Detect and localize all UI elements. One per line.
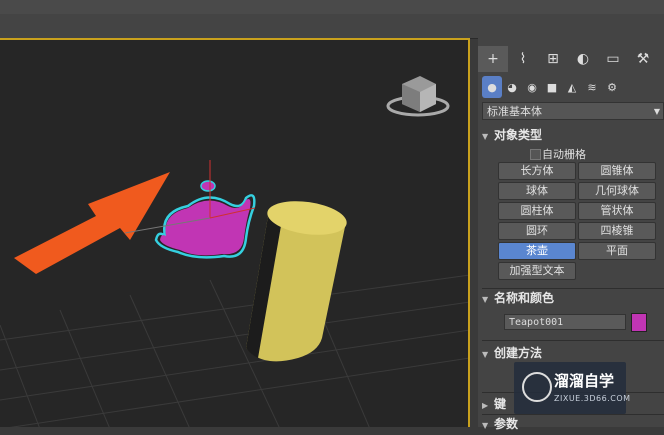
divider <box>482 340 664 341</box>
watermark-url: ZIXUE.3D66.COM <box>554 394 631 403</box>
helper-icon[interactable]: ◭ <box>562 76 582 98</box>
object-type-rollout-header[interactable]: ▼ 对象类型 <box>482 126 662 144</box>
expand-triangle-icon: ▶ <box>482 401 489 410</box>
creation-method-title: 创建方法 <box>494 346 543 360</box>
object-type-button[interactable]: 长方体 <box>498 162 576 180</box>
collapse-triangle-icon: ▼ <box>482 295 489 304</box>
viewcube-icon[interactable] <box>386 76 450 117</box>
object-name-field[interactable]: Teapot001 <box>504 314 626 330</box>
object-type-button[interactable]: 四棱锥 <box>578 222 656 240</box>
cylinder-object[interactable] <box>246 197 349 362</box>
parameters-title: 参数 <box>494 417 519 431</box>
motion-tab-icon[interactable]: ◐ <box>568 46 598 72</box>
display-tab-icon[interactable]: ▭ <box>598 46 628 72</box>
geometry-icon[interactable]: ● <box>482 76 502 98</box>
parameters-rollout-header[interactable]: ▼ 参数 <box>482 415 662 433</box>
create-subtabs: ● ◕ ◉ ■ ◭ ≋ ⚙ <box>482 76 664 98</box>
dropdown-value: 标准基本体 <box>487 105 542 118</box>
camera-icon[interactable]: ■ <box>542 76 562 98</box>
perspective-viewport[interactable] <box>0 38 470 427</box>
name-color-title: 名称和颜色 <box>494 291 555 305</box>
annotation-arrow <box>14 172 170 274</box>
autogrid-label: 自动栅格 <box>542 148 586 161</box>
creation-method-rollout-header[interactable]: ▼ 创建方法 <box>482 344 662 362</box>
object-type-button[interactable]: 茶壶 <box>498 242 576 260</box>
object-color-swatch[interactable] <box>631 313 647 332</box>
object-type-button[interactable]: 球体 <box>498 182 576 200</box>
object-type-button[interactable]: 圆柱体 <box>498 202 576 220</box>
object-type-button[interactable]: 圆环 <box>498 222 576 240</box>
utilities-wrench-icon[interactable]: ⚒ <box>628 46 658 72</box>
object-type-button[interactable]: 几何球体 <box>578 182 656 200</box>
name-color-rollout-header[interactable]: ▼ 名称和颜色 <box>482 289 662 307</box>
ground-grid <box>0 264 468 427</box>
light-icon[interactable]: ◉ <box>522 76 542 98</box>
create-tab-plus-icon[interactable]: + <box>478 46 508 72</box>
title-strip <box>0 0 664 14</box>
spacewarp-icon[interactable]: ≋ <box>582 76 602 98</box>
keyboard-entry-title: 键 <box>494 397 507 411</box>
collapse-triangle-icon: ▼ <box>482 421 489 430</box>
command-tabs: + ⌇ ⊞ ◐ ▭ ⚒ <box>478 46 664 72</box>
top-toolbar <box>0 0 664 39</box>
watermark-logo: 溜溜自学 ZIXUE.3D66.COM <box>514 362 630 414</box>
object-type-button[interactable]: 加强型文本 <box>498 262 576 280</box>
object-type-button[interactable]: 管状体 <box>578 202 656 220</box>
systems-icon[interactable]: ⚙ <box>602 76 622 98</box>
viewport-scene <box>0 76 468 427</box>
collapse-triangle-icon: ▼ <box>482 350 489 359</box>
chevron-down-icon: ▼ <box>653 107 660 116</box>
watermark-title: 溜溜自学 <box>554 372 615 390</box>
play-logo-icon <box>522 372 552 402</box>
autogrid-checkbox[interactable] <box>530 149 541 160</box>
shapes-icon[interactable]: ◕ <box>502 76 522 98</box>
primitive-type-dropdown[interactable]: 标准基本体 ▼ <box>482 102 664 120</box>
hierarchy-tab-icon[interactable]: ⊞ <box>538 46 568 72</box>
object-type-title: 对象类型 <box>494 128 543 142</box>
modify-tab-curve-icon[interactable]: ⌇ <box>508 46 538 72</box>
object-type-button[interactable]: 平面 <box>578 242 656 260</box>
collapse-triangle-icon: ▼ <box>482 132 489 141</box>
object-type-button[interactable]: 圆锥体 <box>578 162 656 180</box>
